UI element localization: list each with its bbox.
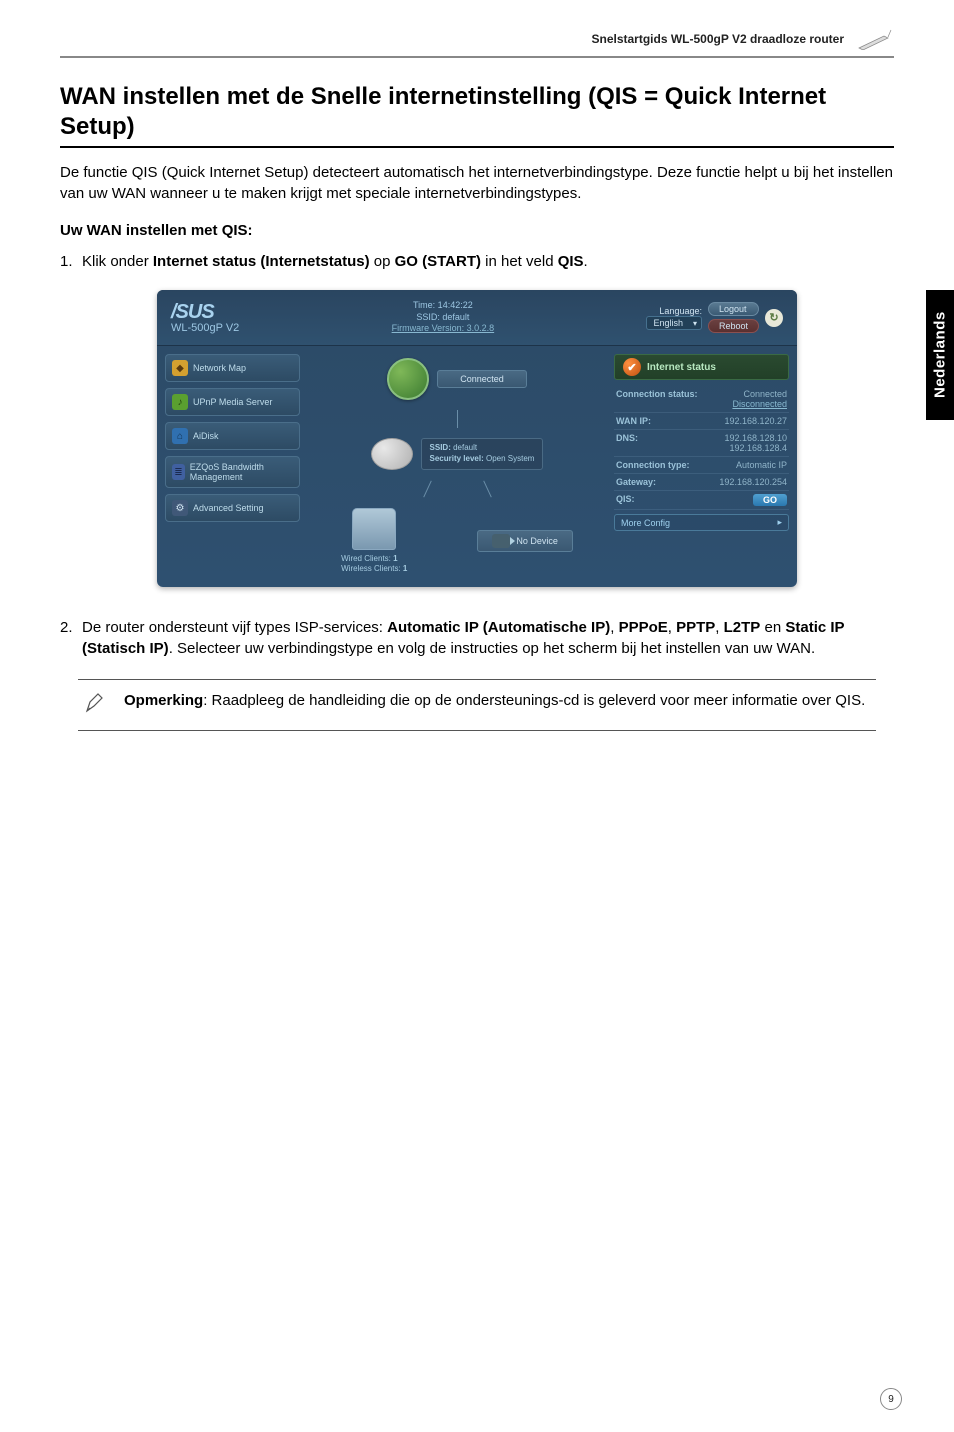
brand-logo: /SUS [171,301,239,324]
nav-upnp[interactable]: ♪UPnP Media Server [165,388,300,416]
router-node-icon[interactable] [371,438,413,470]
kv-gateway: Gateway:192.168.120.254 [614,474,789,491]
reboot-button[interactable]: Reboot [708,319,759,333]
qis-go-button[interactable]: GO [753,494,787,506]
kv-wan-ip: WAN IP:192.168.120.27 [614,413,789,430]
status-globe-icon: ✔ [623,358,641,376]
client-counts: Wired Clients: 1 Wireless Clients: 1 [341,554,407,575]
no-device-box[interactable]: No Device [477,530,573,552]
client-node-icon[interactable] [352,508,396,550]
reload-icon[interactable]: ↻ [765,309,783,327]
step-2: 2.De router ondersteunt vijf types ISP-s… [60,617,894,659]
internet-status-pill[interactable]: Connected [437,370,527,388]
language-select[interactable]: English ▾ [646,316,702,330]
kv-connection-status: Connection status:ConnectedDisconnected [614,386,789,413]
nav-network-map[interactable]: ◆Network Map [165,354,300,382]
disk-icon: ⌂ [172,428,188,444]
subheading: Uw WAN instellen met QIS: [60,222,894,239]
pencil-icon [84,690,110,720]
doc-header-title: Snelstartgids WL-500gP V2 draadloze rout… [591,32,844,46]
logout-button[interactable]: Logout [708,302,759,316]
nav-advanced[interactable]: ⚙Advanced Setting [165,494,300,522]
nav-ezqos[interactable]: ≣EZQoS Bandwidth Management [165,456,300,488]
router-info-box: SSID: default Security level: Open Syste… [421,438,544,470]
arrow-icon [492,534,510,548]
intro-paragraph: De functie QIS (Quick Internet Setup) de… [60,162,894,204]
nav-aidisk[interactable]: ⌂AiDisk [165,422,300,450]
top-info: Time: 14:42:22 SSID: default Firmware Ve… [239,300,646,335]
router-ui-screenshot: /SUS WL-500gP V2 Time: 14:42:22 SSID: de… [157,290,797,587]
note-box: Opmerking: Raadpleeg de handleiding die … [78,679,876,731]
page-number: 9 [880,1388,902,1410]
kv-dns: DNS:192.168.128.10192.168.128.4 [614,430,789,457]
more-config-button[interactable]: More Config▸ [614,514,789,531]
language-label: Language: [646,306,702,316]
kv-qis: QIS:GO [614,491,789,510]
internet-status-header: ✔ Internet status [614,354,789,380]
router-icon [854,28,894,50]
step-1: 1.Klik onder Internet status (Internetst… [60,251,894,272]
language-tab: Nederlands [926,290,954,420]
map-icon: ◆ [172,360,188,376]
section-title: WAN instellen met de Snelle internetinst… [60,82,894,148]
model-label: WL-500gP V2 [171,322,239,334]
kv-conn-type: Connection type:Automatic IP [614,457,789,474]
globe-icon[interactable] [387,358,429,400]
bw-icon: ≣ [172,464,185,480]
media-icon: ♪ [172,394,188,410]
gear-icon: ⚙ [172,500,188,516]
